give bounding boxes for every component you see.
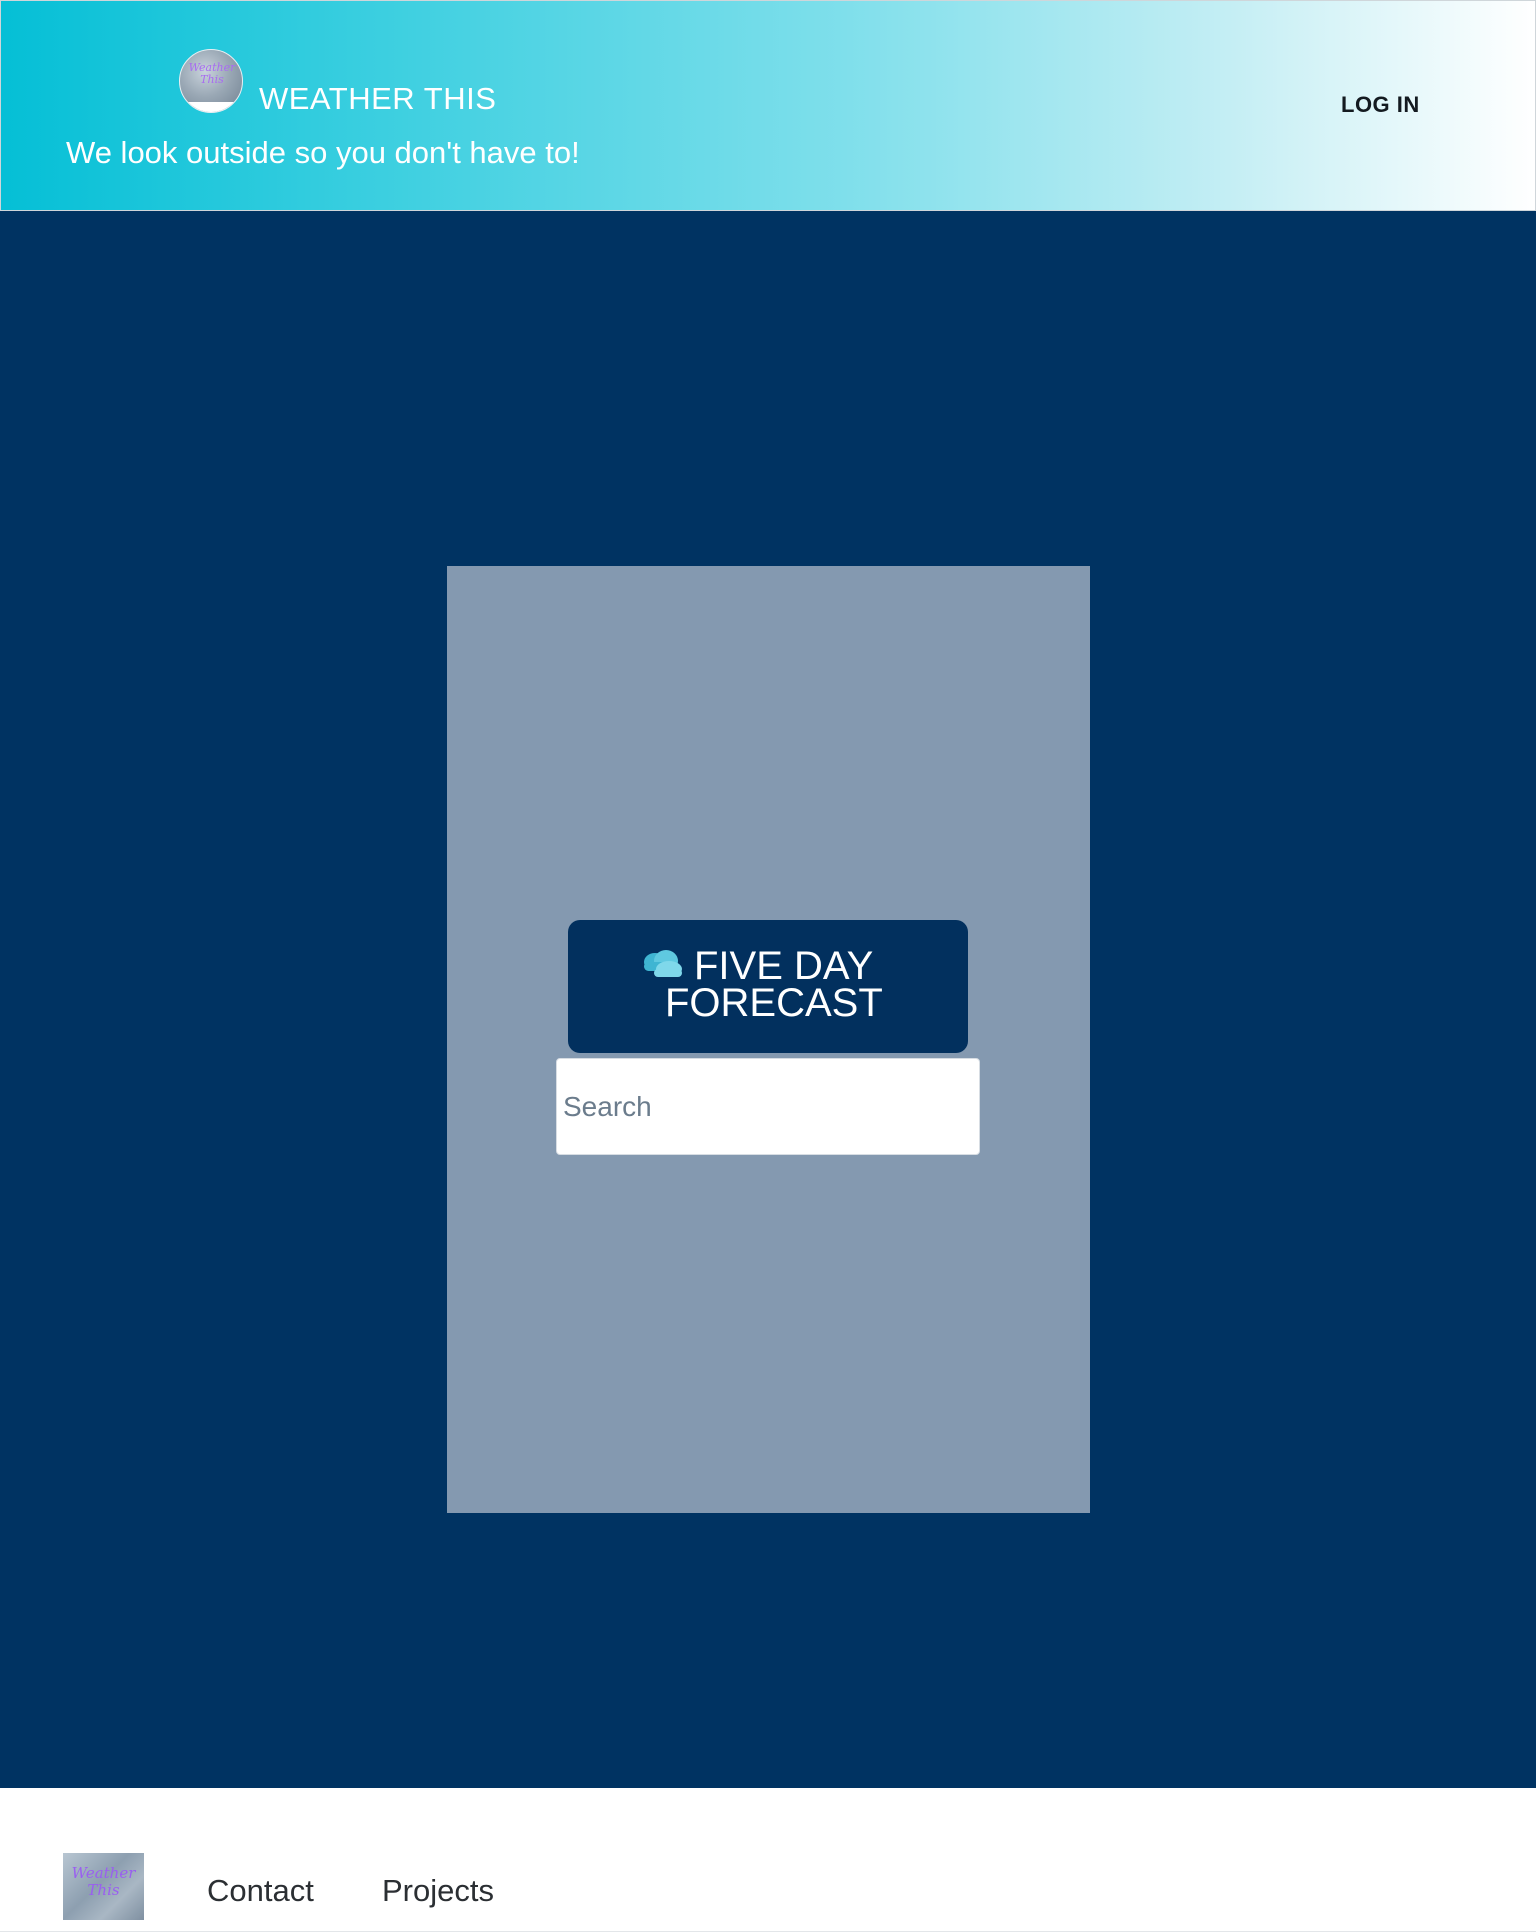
forecast-title-line2: FORECAST: [665, 981, 883, 1025]
footer-link-contact[interactable]: Contact: [207, 1873, 314, 1909]
brand-title[interactable]: WEATHER THIS: [259, 81, 496, 117]
brand-logo[interactable]: Weather This: [179, 49, 243, 113]
search-input[interactable]: [556, 1058, 980, 1155]
forecast-title-line1: FIVE DAY: [694, 944, 874, 988]
brand-logo-script: Weather This: [188, 61, 236, 86]
five-day-forecast-card: FIVE DAY FORECAST: [568, 920, 968, 1053]
tagline: We look outside so you don't have to!: [66, 135, 580, 170]
footer-link-projects[interactable]: Projects: [382, 1873, 494, 1909]
site-header: Weather This WEATHER THIS We look outsid…: [0, 0, 1536, 211]
main-section: FIVE DAY FORECAST: [0, 211, 1536, 1788]
footer-logo-script: Weather This: [71, 1864, 136, 1899]
site-footer: Weather This Contact Projects: [0, 1788, 1536, 1932]
cloud-icon: [640, 949, 684, 984]
forecast-panel: FIVE DAY FORECAST: [447, 566, 1090, 1513]
login-link[interactable]: LOG IN: [1341, 92, 1420, 118]
footer-logo[interactable]: Weather This: [63, 1853, 144, 1920]
